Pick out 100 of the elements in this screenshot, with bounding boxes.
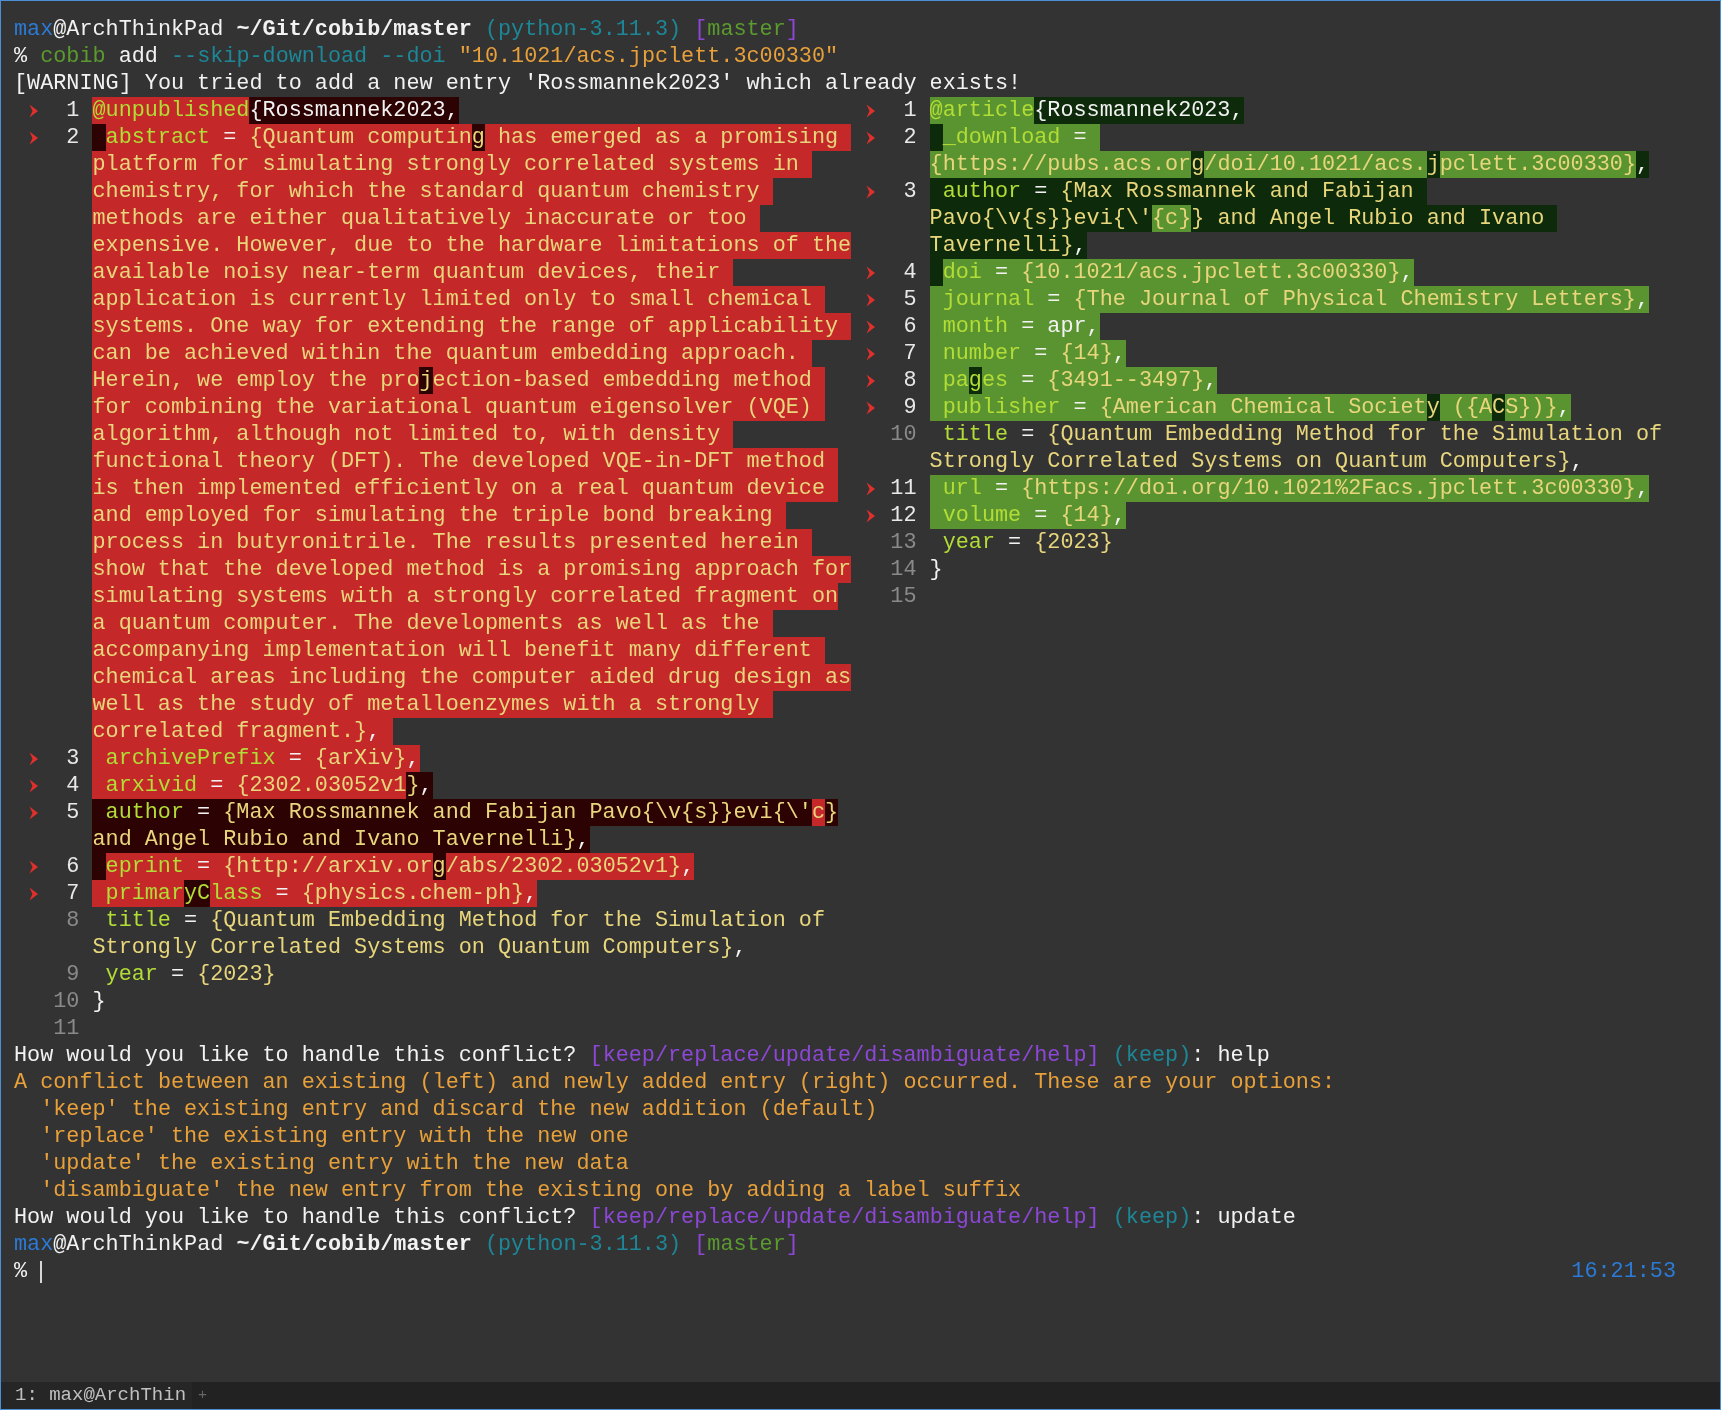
text-cursor (40, 1260, 43, 1283)
code-token: ({A (1439, 394, 1493, 421)
code-token: has emerged as a promising (484, 124, 852, 151)
line-number: 5 (903, 286, 917, 313)
clock-time: 16:21:53 (1571, 1258, 1676, 1285)
line-number: 11 (53, 1015, 80, 1042)
code-token: , (1073, 232, 1087, 259)
code-token: {3491--3497} (1047, 367, 1205, 394)
code-token: eprint (105, 853, 185, 880)
code-token: url (929, 475, 982, 502)
line-number: 6 (903, 313, 917, 340)
code-token: primar (92, 880, 185, 907)
line-number: 8 (903, 367, 917, 394)
code-token: /doi/10.1021/acs. (1204, 151, 1427, 178)
code-token: {Rossmannek2023, (249, 97, 459, 124)
code-token: {2302.03052v1 (236, 772, 407, 799)
code-token: = (184, 853, 224, 880)
line-number: 9 (903, 394, 917, 421)
terminal-line: % cobib add --skip-download --doi "10.1021/acs.jpclett.3c00330" (14, 43, 839, 70)
code-token: process in butyronitrile. The results presented herein (92, 529, 812, 556)
terminal-line: 'disambiguate' the new entry from the existing one by adding a label suffix (40, 1177, 1022, 1204)
code-token: = (183, 907, 199, 934)
terminal-line: How would you like to handle this conflict? [keep/replace/update/disambiguate/help] (keep): update (14, 1204, 1296, 1231)
code-token: application is currently limited only to small chemical (92, 286, 825, 313)
code-token: functional theory (DFT). The developed VQE-in-DFT method (92, 448, 839, 475)
code-token: } (92, 988, 106, 1015)
line-number: 1 (66, 97, 80, 124)
terminal-line: [WARNING] You tried to add a new entry 'Rossmannek2023' which already exists! (14, 70, 1022, 97)
line-number: 13 (890, 529, 917, 556)
code-token: = (262, 880, 302, 907)
code-token: = (1060, 394, 1100, 421)
code-token: /abs/2302.03052v1} (445, 853, 682, 880)
line-number: 15 (890, 583, 917, 610)
line-number: 12 (890, 502, 917, 529)
code-token: {c} (1151, 205, 1192, 232)
code-token: , (406, 745, 420, 772)
code-token: algorithm, although not limited to, with density (92, 421, 734, 448)
code-token: Herein, we employ the pro (92, 367, 420, 394)
code-token: correlated fragment.} (92, 718, 368, 745)
code-token: = (1034, 286, 1074, 313)
code-token: {14} (1060, 340, 1113, 367)
line-number: 8 (66, 907, 80, 934)
line-number: 6 (66, 853, 80, 880)
code-token: and employed for simulating the triple bond breaking (92, 502, 786, 529)
code-token: show that the developed method is a promising approach for (92, 556, 852, 583)
code-token: can be achieved within the quantum embedding approach. (92, 340, 812, 367)
code-token: Pavo{\v{s}}evi{\' (929, 205, 1152, 232)
line-number: 7 (66, 880, 80, 907)
code-token: simulating systems with a strongly correlated fragment on (92, 583, 839, 610)
code-token: es (981, 367, 1009, 394)
line-number: 10 (53, 988, 80, 1015)
code-token: {arXiv} (314, 745, 407, 772)
code-token: S})} (1505, 394, 1558, 421)
terminal-line: A conflict between an existing (left) and newly added entry (right) occurred. These are your options: (14, 1069, 1336, 1096)
line-number: 3 (66, 745, 80, 772)
terminal-line: 'keep' the existing entry and discard the new addition (default) (40, 1096, 878, 1123)
code-token: month (929, 313, 1009, 340)
code-token: year (941, 529, 995, 556)
line-number: 4 (66, 772, 80, 799)
code-token: systems. One way for extending the range of applicability (92, 313, 852, 340)
code-token: , (681, 853, 695, 880)
code-token: {10.1021/acs.jpclett.3c00330} (1021, 259, 1401, 286)
code-token: = (1021, 340, 1061, 367)
code-token: doi (942, 259, 982, 286)
code-token: {Quantum Embedding Method for the Simulation of (1047, 421, 1663, 448)
terminal-tab[interactable]: 1: max@ArchThin (1, 1382, 193, 1409)
code-token: {https://doi.org/10.1021%2Facs.jpclett.3c00330} (1021, 475, 1636, 502)
code-token: {Max Rossmannek and Fabijan (1060, 178, 1427, 205)
code-token: {physics.chem-ph} (301, 880, 525, 907)
line-number: 1 (903, 97, 917, 124)
code-token: {2023} (197, 961, 276, 988)
code-token: @article (929, 97, 1035, 124)
code-token: pclett.3c00330} (1439, 151, 1636, 178)
line-number: 14 (890, 556, 917, 583)
terminal-line: 'replace' the existing entry with the new one (40, 1123, 629, 1150)
line-number: 11 (890, 475, 917, 502)
code-token: journal (929, 286, 1035, 313)
code-token: well as the study of metalloenzymes with a strongly (92, 691, 773, 718)
code-token: @unpublished (92, 97, 250, 124)
code-token: {The Journal of Physical Chemistry Letters} (1073, 286, 1636, 313)
code-token: = (1007, 529, 1023, 556)
code-token: = (1020, 421, 1036, 448)
code-token: = (275, 745, 315, 772)
code-token: accompanying implementation will benefit many different (92, 637, 825, 664)
code-token: } (929, 556, 943, 583)
code-token: apr (1047, 313, 1087, 340)
code-token: C (1492, 394, 1506, 421)
code-token: {Quantum computin (249, 124, 472, 151)
terminal-line: max@ArchThinkPad ~/Git/cobib/master (python-3.11.3) [master] (14, 16, 799, 43)
code-token: , (1204, 367, 1218, 394)
code-token: abstract (105, 124, 211, 151)
code-token: = (1008, 313, 1048, 340)
code-token: yC (184, 880, 211, 907)
line-number: 9 (66, 961, 80, 988)
code-token: platform for simulating strongly correlated systems in (92, 151, 812, 178)
code-token: {2023} (1034, 529, 1113, 556)
code-token: pa (929, 367, 969, 394)
code-token: g (1191, 151, 1205, 178)
code-token: chemistry, for which the standard quantum chemistry (92, 178, 773, 205)
code-token: = (197, 772, 237, 799)
